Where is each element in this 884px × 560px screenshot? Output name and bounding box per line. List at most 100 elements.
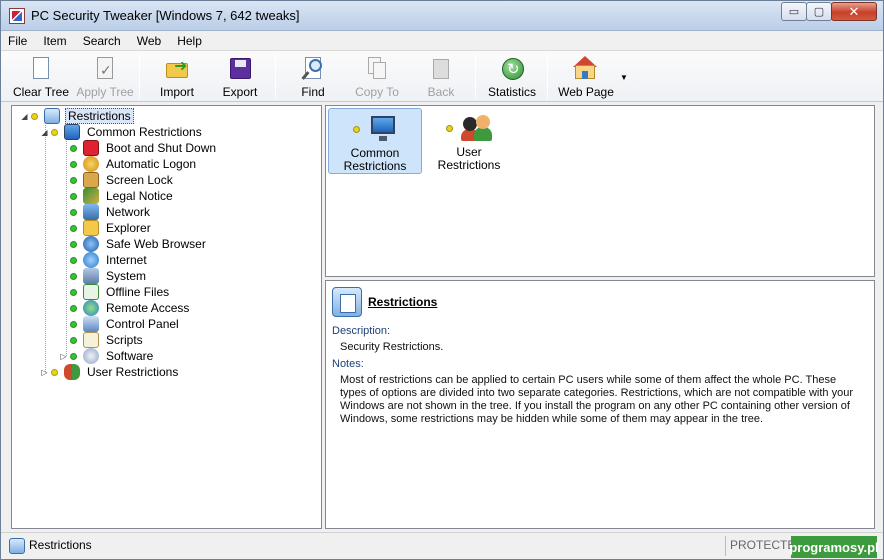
status-dot-icon: [70, 272, 77, 280]
export-button[interactable]: Export: [217, 54, 263, 100]
users-icon: [460, 113, 493, 143]
toolbar-separator: [139, 55, 140, 99]
tree-node-safe-web-browser[interactable]: Safe Web Browser: [70, 236, 208, 252]
status-bar: Restrictions PROTECTED programosy.pl: [1, 532, 883, 559]
back-button[interactable]: Back: [423, 54, 459, 100]
status-dot-icon: [445, 124, 453, 132]
tree-label: User Restrictions: [87, 365, 179, 379]
description-text: Security Restrictions.: [340, 341, 444, 353]
tree-label: Common Restrictions: [87, 125, 202, 139]
status-dot-icon: [70, 288, 77, 296]
software-icon: [83, 348, 99, 364]
tree-node-software[interactable]: ▷ Software: [59, 348, 155, 364]
copy-to-button[interactable]: Copy To: [353, 54, 401, 100]
find-button[interactable]: Find: [293, 54, 333, 100]
status-dot-icon: [70, 176, 77, 184]
network-icon: [83, 204, 99, 220]
tree-connector: [66, 139, 67, 356]
tree-label: Internet: [106, 253, 147, 267]
maximize-button[interactable]: ▢: [806, 2, 832, 21]
status-separator: [725, 536, 726, 556]
tree-connector: [45, 123, 46, 372]
restrictions-icon: [9, 538, 25, 554]
user-restrictions-item[interactable]: User Restrictions: [422, 108, 516, 174]
toolbar-separator: [275, 55, 276, 99]
control-panel-icon: [83, 316, 99, 332]
tree-node-restrictions[interactable]: ◢ Restrictions: [20, 108, 134, 124]
menu-file[interactable]: File: [8, 34, 27, 48]
menu-web[interactable]: Web: [137, 34, 161, 48]
scripts-icon: [83, 332, 99, 348]
tree-node-control-panel[interactable]: Control Panel: [70, 316, 181, 332]
item-label-line2: Restrictions: [437, 158, 501, 172]
clear-tree-button[interactable]: Clear Tree: [13, 54, 69, 100]
notes-text: Most of restrictions can be applied to c…: [340, 374, 853, 425]
details-title: Restrictions: [368, 295, 438, 309]
tree-node-user-restrictions[interactable]: ▷ User Restrictions: [40, 364, 180, 380]
icons-panel[interactable]: Common Restrictions User Restrictions: [325, 105, 875, 277]
collapse-icon[interactable]: ◢: [20, 112, 29, 121]
notes-label: Notes:: [332, 358, 364, 370]
menu-help[interactable]: Help: [177, 34, 202, 48]
title-bar: PC Security Tweaker [Windows 7, 642 twea…: [1, 1, 883, 31]
apply-tree-button[interactable]: ✓ Apply Tree: [75, 54, 135, 100]
web-page-button[interactable]: Web Page: [557, 54, 615, 100]
status-dot-icon: [70, 336, 77, 344]
copy-to-label: Copy To: [355, 85, 399, 99]
toolbar-separator: [547, 55, 548, 99]
users-icon: [64, 364, 80, 380]
tree-label: System: [106, 269, 147, 283]
tree-node-screen-lock[interactable]: Screen Lock: [70, 172, 175, 188]
menu-bar: File Item Search Web Help: [1, 32, 883, 50]
tree-node-internet[interactable]: Internet: [70, 252, 149, 268]
legal-icon: [83, 188, 99, 204]
tree-node-boot[interactable]: Boot and Shut Down: [70, 140, 218, 156]
details-header: Restrictions: [332, 287, 437, 317]
tree-node-scripts[interactable]: Scripts: [70, 332, 145, 348]
status-dot-icon: [70, 256, 77, 264]
status-dot-icon: [70, 208, 77, 216]
tree-node-logon[interactable]: Automatic Logon: [70, 156, 198, 172]
clear-tree-label: Clear Tree: [12, 85, 70, 99]
system-icon: [83, 268, 99, 284]
close-button[interactable]: ✕: [831, 2, 877, 21]
tree-node-common-restrictions[interactable]: ◢ Common Restrictions: [40, 124, 204, 140]
tree-label: Legal Notice: [106, 189, 173, 203]
tree-node-explorer[interactable]: Explorer: [70, 220, 153, 236]
status-dot-icon: [352, 125, 360, 133]
tree-node-offline-files[interactable]: Offline Files: [70, 284, 171, 300]
statistics-icon: [499, 56, 525, 82]
common-restrictions-item[interactable]: Common Restrictions: [328, 108, 422, 174]
globe-icon: [83, 236, 99, 252]
minimize-button[interactable]: ▭: [781, 2, 807, 21]
menu-item[interactable]: Item: [43, 34, 66, 48]
app-window: PC Security Tweaker [Windows 7, 642 twea…: [0, 0, 884, 560]
toolbar-separator: [475, 55, 476, 99]
watermark-logo: programosy.pl: [789, 536, 879, 558]
clear-tree-icon: [28, 56, 54, 82]
apply-tree-label: Apply Tree: [76, 85, 134, 99]
home-icon: [573, 56, 599, 82]
tree-node-legal-notice[interactable]: Legal Notice: [70, 188, 175, 204]
offline-files-icon: [83, 284, 99, 300]
tree-label: Restrictions: [65, 108, 134, 124]
back-icon: [428, 56, 454, 82]
tree-label: Screen Lock: [106, 173, 173, 187]
import-button[interactable]: ➜ Import: [153, 54, 201, 100]
statistics-button[interactable]: Statistics: [487, 54, 537, 100]
tree-label: Offline Files: [106, 285, 170, 299]
expand-icon[interactable]: ▷: [40, 368, 49, 377]
description-label: Description:: [332, 325, 391, 337]
window-title: PC Security Tweaker [Windows 7, 642 twea…: [31, 8, 300, 23]
tree-node-system[interactable]: System: [70, 268, 148, 284]
tree-node-network[interactable]: Network: [70, 204, 152, 220]
restrictions-icon: [332, 287, 362, 317]
web-page-dropdown-icon[interactable]: ▼: [620, 73, 628, 82]
tree-node-remote-access[interactable]: Remote Access: [70, 300, 191, 316]
find-icon: [300, 56, 326, 82]
tree-panel[interactable]: ◢ Restrictions ◢ Common Restrictions Boo…: [11, 105, 322, 529]
menu-search[interactable]: Search: [83, 34, 121, 48]
collapse-icon[interactable]: ◢: [40, 128, 49, 137]
copy-icon: [364, 56, 390, 82]
expand-icon[interactable]: ▷: [59, 352, 68, 361]
